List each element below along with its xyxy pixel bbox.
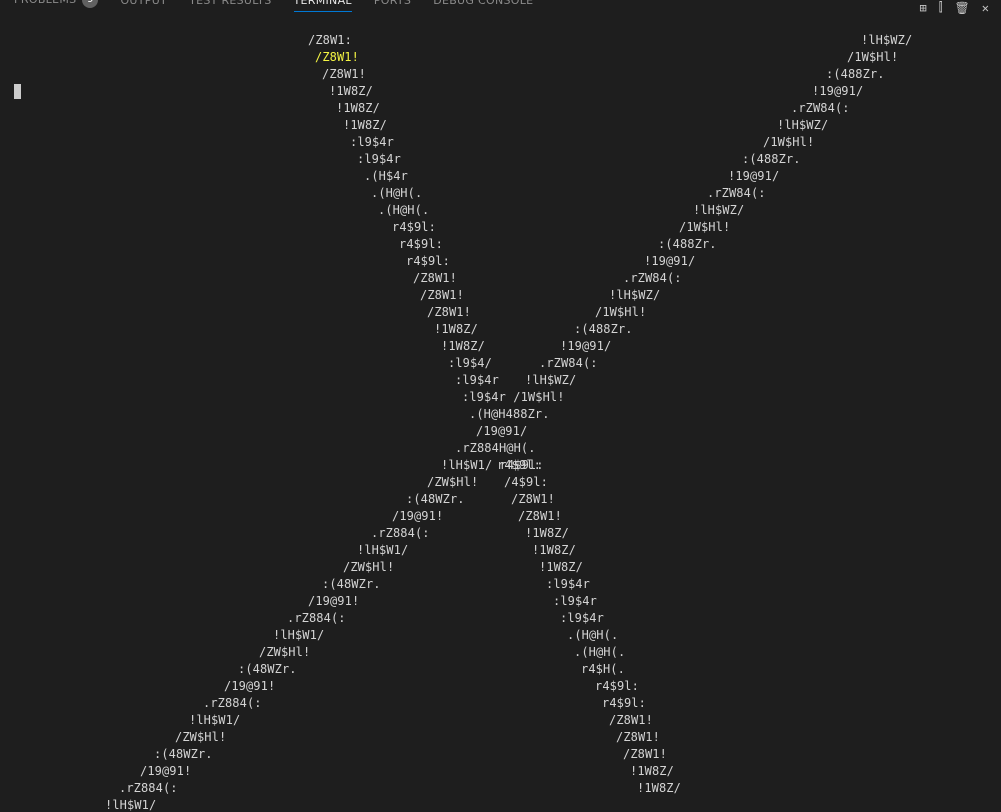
terminal-line: /ZW$Hl!: [259, 645, 311, 659]
terminal-line: /4$9l:: [504, 475, 548, 489]
terminal-line: !lH$W1/: [357, 543, 409, 557]
terminal-line: /19@91!: [140, 764, 192, 778]
terminal-line: /Z8W1!: [511, 492, 555, 506]
terminal-line: .rZ884(:: [287, 611, 346, 625]
terminal-line: !lH$WZ/: [693, 203, 745, 217]
terminal-line: /Z8W1!: [623, 747, 667, 761]
terminal-line: .rZ884(:: [203, 696, 262, 710]
terminal-line: !1W8Z/: [630, 764, 674, 778]
terminal-line: !19@91/: [644, 254, 696, 268]
terminal-line: .rZ884H@H(.: [455, 441, 536, 455]
terminal-line: /1W$Hl!: [847, 50, 899, 64]
terminal-line: :l9$4r: [350, 135, 394, 149]
terminal-line: :(48WZr.: [322, 577, 381, 591]
terminal-line: /Z8W1!: [413, 271, 457, 285]
terminal-line: .(H$4r: [364, 169, 408, 183]
terminal-line: :l9$4r: [560, 611, 604, 625]
terminal-line: .rZ884(:: [119, 781, 178, 795]
terminal-line: !lH$W1/: [273, 628, 325, 642]
terminal-line: /1W$Hl!: [679, 220, 731, 234]
terminal-line: !lH$WZ/: [777, 118, 829, 132]
terminal-line: !1W8Z/: [637, 781, 681, 795]
terminal-line: !1W8Z/: [532, 543, 576, 557]
terminal-line: /ZW$Hl!: [343, 560, 395, 574]
terminal-line: .rZ884(:: [371, 526, 430, 540]
terminal-line: .(H@H(.: [574, 645, 626, 659]
terminal-line: :(48WZr.: [406, 492, 465, 506]
terminal-line: r4$9l:: [497, 458, 541, 472]
terminal-line: /19@91!: [224, 679, 276, 693]
terminal-line: !lH$W1/: [189, 713, 241, 727]
terminal-line: /Z8W1!: [322, 67, 366, 81]
terminal-line: /1W$Hl!: [595, 305, 647, 319]
terminal-line: !19@91/: [728, 169, 780, 183]
terminal-line: :(488Zr.: [574, 322, 633, 336]
terminal-line: !lH$WZ/: [525, 373, 577, 387]
terminal-line: r4$9l:: [602, 696, 646, 710]
terminal-line: /1W$Hl!: [763, 135, 815, 149]
terminal-line: :l9$4r: [357, 152, 401, 166]
terminal-line: :(48WZr.: [238, 662, 297, 676]
terminal-line: !1W8Z/: [434, 322, 478, 336]
terminal-line: /Z8W1!: [616, 730, 660, 744]
terminal-output[interactable]: /Z8W1: /Z8W1! /Z8W1! !1W8Z/ !1W8Z/ !1W8Z/ :l9$…: [0, 0, 1001, 812]
terminal-line: /Z8W1!: [315, 50, 359, 64]
terminal-line: r4$9l:: [406, 254, 450, 268]
terminal-line: !1W8Z/: [441, 339, 485, 353]
terminal-line: :l9$4r: [553, 594, 597, 608]
terminal-line: /Z8W1:: [308, 33, 352, 47]
terminal-line: .rZW84(:: [791, 101, 850, 115]
terminal-line: r4$9l:: [595, 679, 639, 693]
terminal-line: /19@91!: [392, 509, 444, 523]
terminal-line: !lH$W1/: [105, 798, 157, 812]
terminal-line: .(H@H(.: [371, 186, 423, 200]
terminal-line: /ZW$Hl!: [175, 730, 227, 744]
terminal-line: .rZW84(:: [623, 271, 682, 285]
terminal-line: /Z8W1!: [420, 288, 464, 302]
terminal-line: :(488Zr.: [742, 152, 801, 166]
terminal-line: :(488Zr.: [658, 237, 717, 251]
terminal-line: !lH$WZ/: [609, 288, 661, 302]
terminal-line: r4$9l:: [399, 237, 443, 251]
terminal-line: /19@91/: [476, 424, 528, 438]
terminal-line: :(488Zr.: [826, 67, 885, 81]
terminal-line: !1W8Z/: [539, 560, 583, 574]
terminal-line: r4$9l:: [392, 220, 436, 234]
terminal-line: /19@91!: [308, 594, 360, 608]
terminal-line: /Z8W1!: [427, 305, 471, 319]
terminal-line: /Z8W1!: [518, 509, 562, 523]
terminal-line: :l9$4/: [448, 356, 492, 370]
terminal-line: !19@91/: [560, 339, 612, 353]
terminal-line: .rZW84(:: [539, 356, 598, 370]
terminal-line: !1W8Z/: [329, 84, 373, 98]
terminal-line: !lH$WZ/: [861, 33, 913, 47]
terminal-line: :(48WZr.: [154, 747, 213, 761]
terminal-line: r4$H(.: [581, 662, 625, 676]
terminal-line: .(H@H(.: [378, 203, 430, 217]
terminal-line: .(H@H(.: [567, 628, 619, 642]
terminal-line: .(H@H488Zr.: [469, 407, 550, 421]
terminal-line: /ZW$Hl!: [427, 475, 479, 489]
terminal-line: !1W8Z/: [336, 101, 380, 115]
terminal-line: !19@91/: [812, 84, 864, 98]
terminal-line: :l9$4r /1W$Hl!: [462, 390, 565, 404]
terminal-line: !1W8Z/: [525, 526, 569, 540]
terminal-line: .rZW84(:: [707, 186, 766, 200]
terminal-line: :l9$4r: [546, 577, 590, 591]
terminal-line: :l9$4r: [455, 373, 499, 387]
terminal-line: !1W8Z/: [343, 118, 387, 132]
terminal-line: /Z8W1!: [609, 713, 653, 727]
